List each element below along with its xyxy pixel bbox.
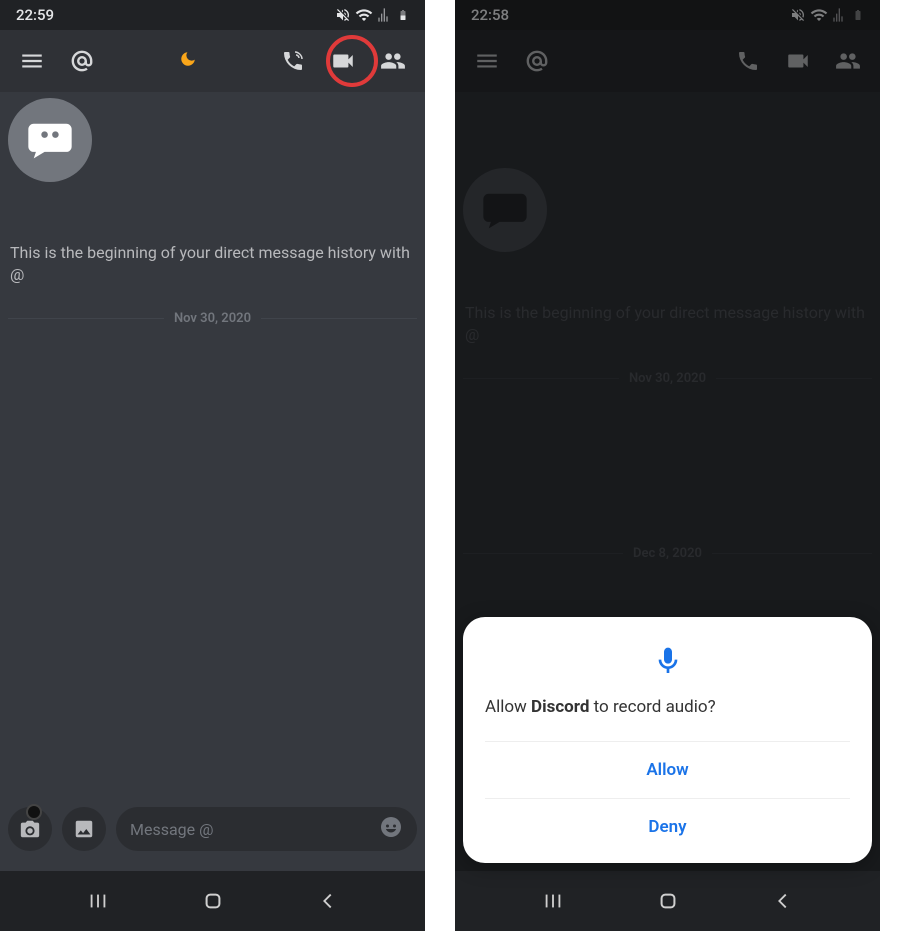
- date-divider: Nov 30, 2020: [8, 311, 417, 326]
- video-call-button[interactable]: [325, 43, 361, 79]
- date-divider-2: Dec 8, 2020: [463, 546, 872, 561]
- divider-line: [716, 378, 872, 379]
- status-bar: 22:58: [455, 0, 880, 30]
- prompt-prefix: Allow: [485, 697, 531, 717]
- divider-line: [8, 318, 164, 319]
- allow-button[interactable]: Allow: [485, 741, 850, 798]
- status-time: 22:59: [16, 6, 335, 24]
- divider-line: [261, 318, 417, 319]
- camera-button[interactable]: [8, 807, 52, 851]
- dm-intro-text: This is the beginning of your direct mes…: [463, 302, 872, 347]
- status-icons: [790, 6, 864, 24]
- spacer: [463, 396, 872, 546]
- permission-dialog: Allow Discord to record audio? Allow Den…: [463, 617, 872, 863]
- deny-button[interactable]: Deny: [485, 798, 850, 855]
- nav-recents-button[interactable]: [533, 890, 573, 912]
- mention-icon[interactable]: [519, 43, 555, 79]
- status-icons: [335, 6, 409, 24]
- voice-call-button[interactable]: [275, 43, 311, 79]
- emoji-button[interactable]: [379, 815, 403, 843]
- date-text: Nov 30, 2020: [174, 311, 251, 326]
- chat-area: This is the beginning of your direct mes…: [0, 92, 425, 871]
- gallery-button[interactable]: [62, 807, 106, 851]
- signal-icon: [832, 7, 848, 23]
- battery-icon: [852, 7, 864, 23]
- moon-status-icon: [179, 50, 197, 72]
- nav-back-button[interactable]: [308, 890, 348, 912]
- mute-icon: [335, 7, 351, 23]
- divider-line: [712, 553, 872, 554]
- nav-bar: [0, 871, 425, 931]
- nav-home-button[interactable]: [193, 890, 233, 912]
- permission-prompt: Allow Discord to record audio?: [485, 697, 850, 717]
- date-text: Dec 8, 2020: [633, 546, 702, 561]
- status-time: 22:58: [471, 6, 790, 24]
- phone-right: 22:58 This is the beginning of your d: [455, 0, 880, 931]
- date-text: Nov 30, 2020: [629, 371, 706, 386]
- nav-bar: [455, 871, 880, 931]
- prompt-suffix: to record audio?: [589, 697, 715, 717]
- top-bar: [0, 30, 425, 92]
- app-name: Discord: [531, 697, 589, 717]
- message-input-row: Message @: [8, 807, 417, 851]
- nav-home-button[interactable]: [648, 890, 688, 912]
- phone-left: 22:59: [0, 0, 425, 931]
- wifi-icon: [355, 6, 373, 24]
- battery-icon: [397, 7, 409, 23]
- wifi-icon: [810, 6, 828, 24]
- dm-intro-text: This is the beginning of your direct mes…: [8, 242, 417, 287]
- divider-line: [463, 378, 619, 379]
- video-call-button[interactable]: [780, 43, 816, 79]
- members-button[interactable]: [830, 43, 866, 79]
- nav-back-button[interactable]: [763, 890, 803, 912]
- menu-button[interactable]: [14, 43, 50, 79]
- signal-icon: [377, 7, 393, 23]
- nav-recents-button[interactable]: [78, 890, 118, 912]
- menu-button[interactable]: [469, 43, 505, 79]
- camera-dot: [26, 804, 42, 820]
- user-avatar[interactable]: [463, 168, 547, 252]
- microphone-icon: [485, 645, 850, 677]
- top-bar: [455, 30, 880, 92]
- user-avatar[interactable]: [8, 98, 92, 182]
- message-placeholder: Message @: [130, 820, 379, 839]
- message-input[interactable]: Message @: [116, 807, 417, 851]
- members-button[interactable]: [375, 43, 411, 79]
- voice-call-button[interactable]: [730, 43, 766, 79]
- divider-line: [463, 553, 623, 554]
- mention-icon[interactable]: [64, 43, 100, 79]
- mute-icon: [790, 7, 806, 23]
- date-divider: Nov 30, 2020: [463, 371, 872, 386]
- status-bar: 22:59: [0, 0, 425, 30]
